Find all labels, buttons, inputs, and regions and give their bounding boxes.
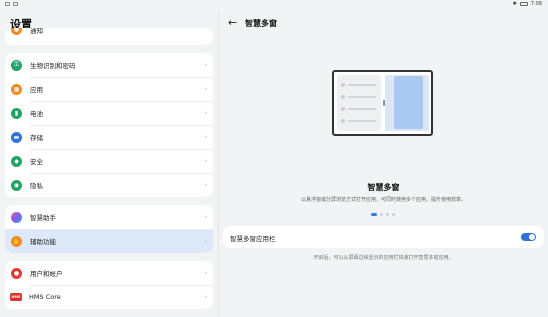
illustration-highlight: [394, 76, 423, 129]
settings-item-users-accounts[interactable]: ● 用户和帐户 ›: [5, 261, 213, 285]
settings-item-label: 隐私: [30, 182, 43, 190]
settings-item-storage[interactable]: ▬ 存储 ›: [5, 125, 213, 149]
settings-item-smart-assistant[interactable]: 智慧助手 ›: [5, 205, 213, 229]
chevron-right-icon: ›: [204, 85, 207, 93]
chevron-right-icon: ›: [204, 237, 207, 245]
settings-item-privacy[interactable]: ◉ 隐私 ›: [5, 173, 213, 197]
settings-item-label: 通知: [30, 28, 43, 35]
status-bar: ✱ 7:08: [0, 0, 548, 10]
settings-card-accounts: ● 用户和帐户 › HMS HMS Core ›: [5, 261, 213, 309]
feature-description: 以悬浮窗或分屏浏览方式打开应用，可同时使用多个应用，提升使用效率。: [300, 197, 466, 203]
bluetooth-icon: ✱: [512, 1, 517, 7]
pager-dot[interactable]: [380, 213, 383, 216]
battery-icon: ▮: [11, 107, 22, 119]
storage-icon: ▬: [11, 131, 22, 143]
chevron-right-icon: ›: [204, 293, 207, 301]
settings-item-label: 存储: [30, 134, 43, 142]
battery-status-icon: [519, 2, 528, 6]
detail-title: 智慧多窗: [245, 19, 277, 28]
back-arrow-icon[interactable]: ←: [228, 16, 237, 29]
chevron-right-icon: ›: [204, 157, 207, 165]
settings-item-label: 用户和帐户: [30, 270, 63, 278]
apps-icon: ▦: [11, 83, 22, 95]
detail-pane: ← 智慧多窗 智慧多窗 以悬浮窗或分屏浏览方式打开应用，可同时使用多个应用，提升…: [219, 10, 548, 317]
assistant-icon: [11, 211, 22, 223]
chevron-right-icon: ›: [204, 213, 207, 221]
settings-item-label: 辅助功能: [30, 238, 56, 246]
settings-card-security: ⚿ 生物识别和密码 › ▦ 应用 › ▮ 电池 › ▬ 存储 › ◆ 安全 › …: [5, 53, 213, 197]
settings-item-accessibility[interactable]: ✋ 辅助功能 ›: [5, 229, 213, 253]
accessibility-icon: ✋: [11, 235, 22, 247]
privacy-icon: ◉: [11, 179, 22, 191]
settings-item-label: 电池: [30, 110, 43, 118]
settings-card-assist: 智慧助手 › ✋ 辅助功能 ›: [5, 205, 213, 253]
settings-item-apps[interactable]: ▦ 应用 ›: [5, 77, 213, 101]
key-icon: ⚿: [11, 59, 22, 71]
hms-core-icon: HMS: [10, 293, 22, 301]
chevron-right-icon: ›: [204, 61, 207, 69]
shield-icon: ◆: [11, 155, 22, 167]
chevron-right-icon: ›: [204, 181, 207, 189]
app-bar-toggle-switch[interactable]: [521, 233, 536, 241]
chevron-right-icon: ›: [204, 133, 207, 141]
settings-card-partial: ● 通知: [5, 28, 213, 45]
illustration-left-pane: [337, 75, 381, 131]
settings-item-label: 智慧助手: [30, 214, 56, 222]
pager-dot[interactable]: [392, 213, 395, 216]
settings-item-biometrics[interactable]: ⚿ 生物识别和密码 ›: [5, 53, 213, 77]
chevron-right-icon: ›: [204, 269, 207, 277]
clock: 7:08: [530, 1, 542, 7]
app-bar-setting-card: 智慧多窗应用栏: [223, 226, 544, 248]
settings-item-security[interactable]: ◆ 安全 ›: [5, 149, 213, 173]
settings-item-label: 安全: [30, 158, 43, 166]
status-indicators: ✱ 7:08: [513, 1, 542, 7]
app-bar-toggle-label: 智慧多窗应用栏: [230, 235, 276, 243]
pager-dots[interactable]: [371, 213, 395, 216]
feature-title: 智慧多窗: [367, 183, 400, 192]
settings-item-battery[interactable]: ▮ 电池 ›: [5, 101, 213, 125]
user-icon: ●: [11, 267, 22, 279]
notification-icons: [5, 2, 18, 6]
settings-item-hms-core[interactable]: HMS HMS Core ›: [5, 285, 213, 309]
chevron-right-icon: ›: [204, 109, 207, 117]
multi-window-illustration: [332, 70, 433, 136]
settings-item-label: 生物识别和密码: [30, 62, 76, 70]
settings-item-notifications[interactable]: ● 通知: [5, 28, 213, 38]
pager-dot-active[interactable]: [371, 213, 377, 216]
app-bar-toggle-description: 开启后，可以从屏幕边缘显示的应用栏快速打开智慧多窗应用。: [313, 255, 454, 261]
bell-icon: ●: [11, 28, 22, 35]
settings-item-label: HMS Core: [29, 293, 61, 301]
settings-item-label: 应用: [30, 86, 43, 94]
settings-pane: 设置 ● 通知 ⚿ 生物识别和密码 › ▦ 应用 › ▮ 电池 › ▬ 存储 ›…: [0, 10, 218, 317]
pager-dot[interactable]: [386, 213, 389, 216]
